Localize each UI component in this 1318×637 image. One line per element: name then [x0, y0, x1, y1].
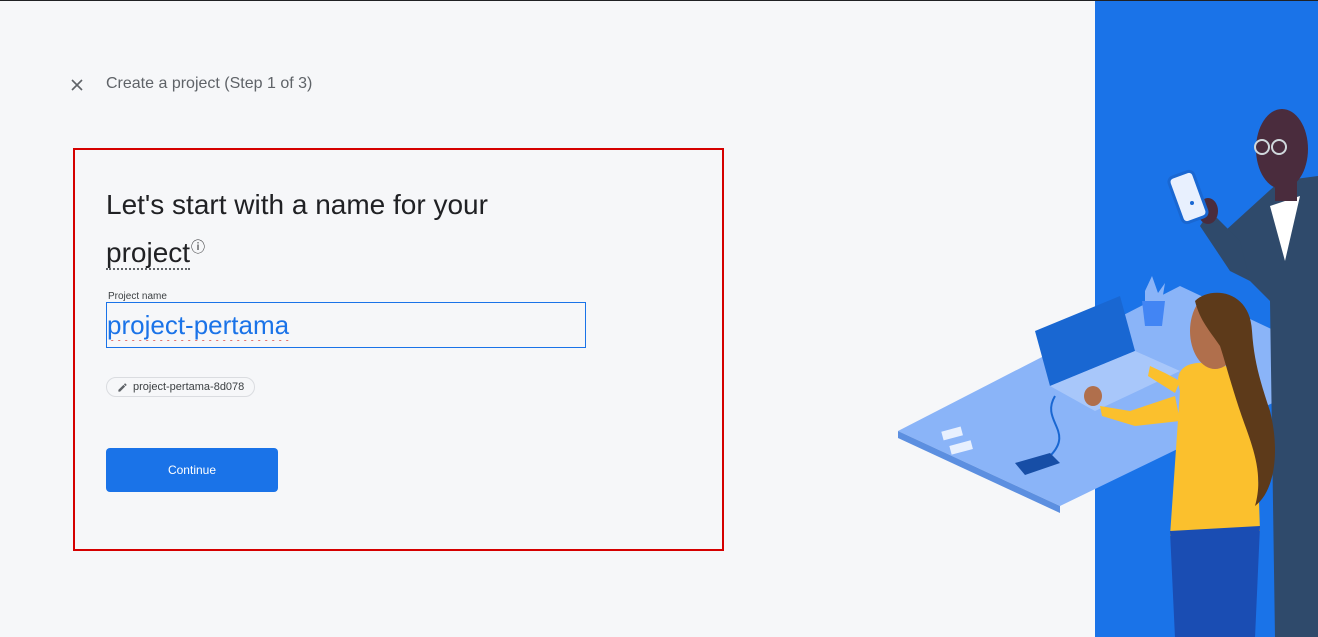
pencil-icon	[118, 382, 127, 392]
heading-text: Let's start with a name for your	[106, 189, 488, 220]
create-project-page: Create a project (Step 1 of 3) Let's sta…	[0, 0, 1318, 637]
project-id-text: project-pertama-8d078	[133, 381, 245, 393]
woman-hand	[1084, 386, 1102, 406]
onboarding-illustration	[898, 1, 1318, 637]
help-circle-icon[interactable]: ⓘ	[191, 226, 205, 269]
continue-button[interactable]: Continue	[106, 448, 278, 492]
woman-legs	[1170, 526, 1260, 637]
close-button[interactable]	[66, 74, 88, 96]
man-neck	[1275, 171, 1297, 201]
project-name-field-wrapper	[106, 302, 586, 348]
project-name-label: Project name	[108, 291, 167, 302]
man-phone-dot	[1190, 201, 1194, 205]
pen-cup	[1142, 301, 1165, 326]
project-help-link[interactable]: project	[106, 237, 191, 271]
project-name-input[interactable]	[107, 303, 585, 347]
step-title: Create a project (Step 1 of 3)	[106, 75, 313, 92]
close-icon	[71, 79, 83, 91]
project-id-chip[interactable]: project-pertama-8d078	[106, 377, 256, 397]
page-heading: Let's start with a name for your project…	[106, 183, 526, 274]
